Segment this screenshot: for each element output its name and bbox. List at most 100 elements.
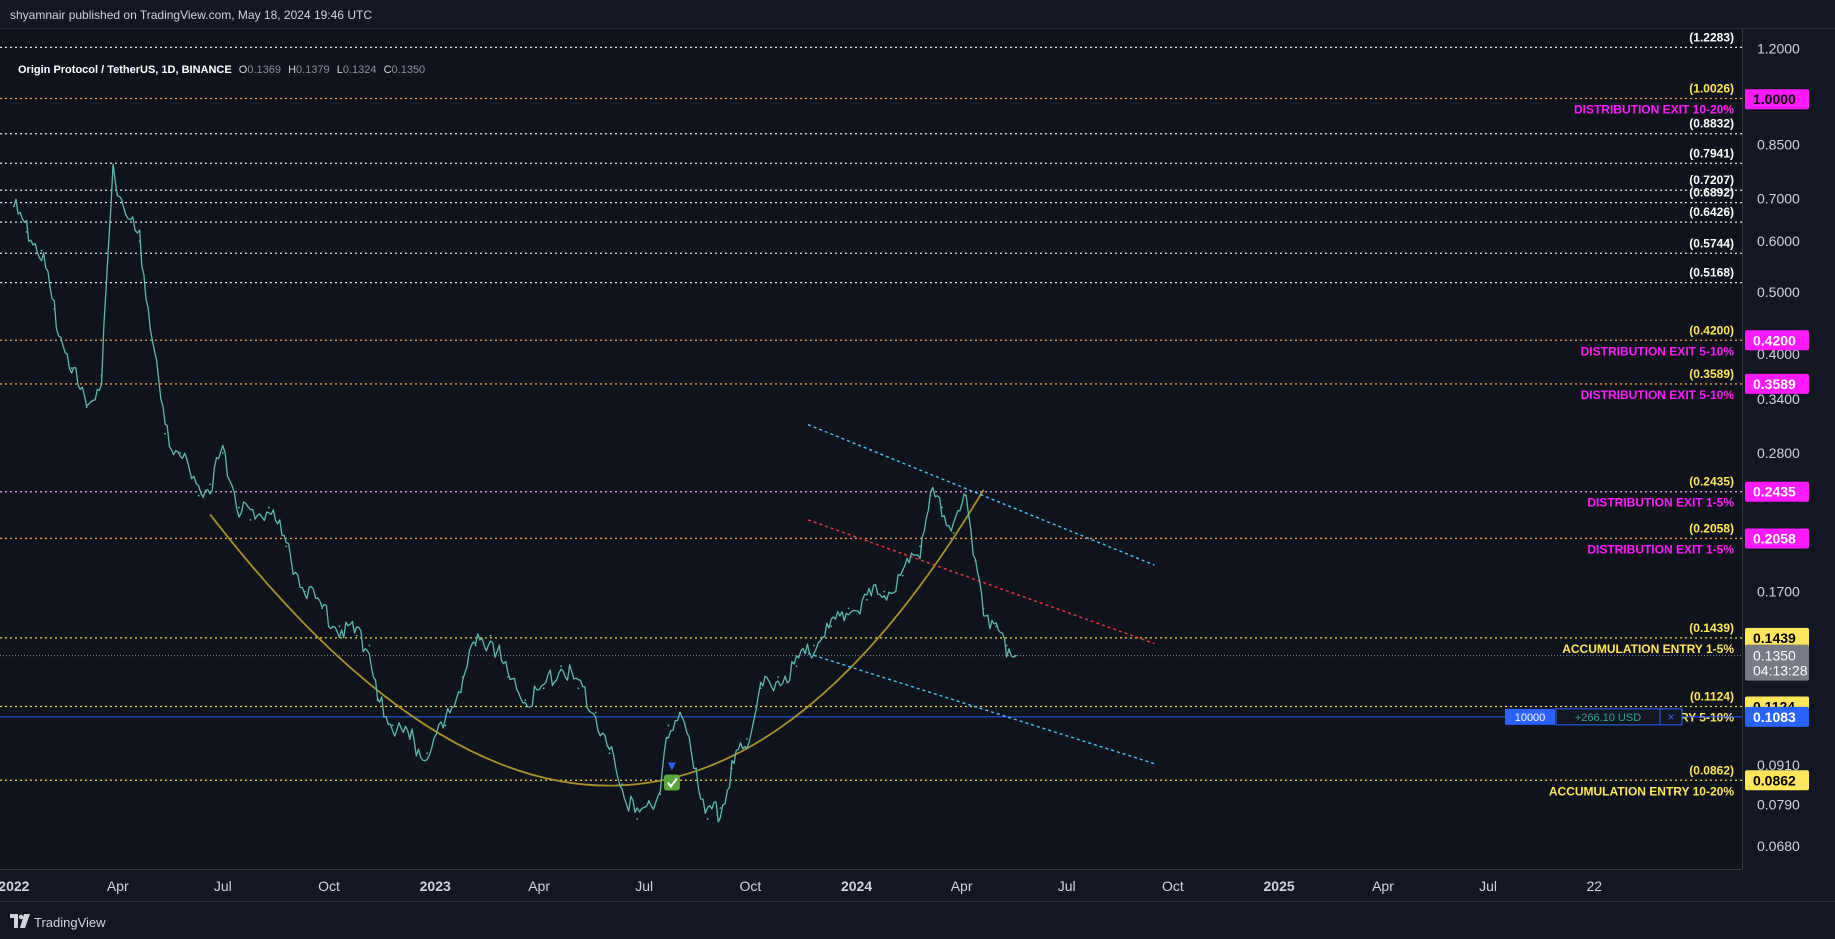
- chart-legend: Origin Protocol / TetherUS, 1D, BINANCE …: [18, 64, 425, 76]
- price-point: [995, 625, 998, 628]
- level-label: (0.2435): [1689, 475, 1734, 489]
- legend-close-value: 0.1350: [391, 64, 426, 76]
- x-tick-label: Apr: [1372, 878, 1394, 894]
- price-point: [982, 607, 985, 610]
- level-label: (0.8832): [1689, 117, 1734, 131]
- price-tag-label: 0.2058: [1753, 530, 1796, 546]
- top-bar: shyamnair published on TradingView.com, …: [0, 0, 1835, 29]
- price-tag-label: 0.0862: [1753, 772, 1796, 788]
- price-point: [952, 531, 955, 534]
- chart-plot-area[interactable]: (1.2283) (1.0026) DISTRIBUTION EXIT 10-20%…: [0, 29, 1742, 869]
- x-tick-label: Apr: [107, 878, 129, 894]
- price-point: [777, 676, 779, 678]
- level-label: (0.6892): [1689, 186, 1734, 200]
- chart-svg[interactable]: (1.2283) (1.0026) DISTRIBUTION EXIT 10-20%…: [0, 29, 1742, 869]
- price-point: [901, 574, 904, 577]
- price-point: [866, 598, 868, 601]
- tradingview-brand: TradingView: [34, 915, 106, 930]
- y-tick-label: 0.7000: [1757, 190, 1800, 206]
- level-tag: DISTRIBUTION EXIT 5-10%: [1581, 388, 1735, 402]
- price-point: [268, 506, 270, 509]
- buy-arrow-icon: [667, 762, 676, 771]
- level-label: (0.1439): [1689, 621, 1734, 635]
- x-tick-label: 22: [1586, 878, 1602, 894]
- price-point: [238, 506, 240, 509]
- tradingview-logo-icon: [10, 914, 30, 928]
- level-label: (0.5744): [1689, 236, 1734, 250]
- buy-marker-check-icon: [663, 774, 680, 791]
- price-tag-label: 0.1439: [1753, 630, 1796, 646]
- x-tick-label: Oct: [739, 878, 761, 894]
- price-point: [594, 711, 597, 714]
- level-label: (0.1124): [1690, 690, 1734, 704]
- y-tick-label: 0.2800: [1757, 445, 1800, 461]
- y-tick-label: 0.8500: [1757, 136, 1800, 152]
- level-tag: DISTRIBUTION EXIT 5-10%: [1581, 344, 1735, 358]
- y-tick-label: 0.0790: [1757, 796, 1800, 812]
- price-axis-svg[interactable]: 1.20000.85000.70000.60000.50000.40000.34…: [1743, 29, 1835, 869]
- legend-low-value: 0.1324: [342, 64, 377, 76]
- time-axis[interactable]: 2022 Apr Jul Oct 2023 Apr Jul Oct 2024 Apr Jul Oct 2…: [0, 869, 1742, 901]
- price-point: [12, 205, 15, 208]
- price-point: [659, 793, 662, 796]
- price-point: [941, 506, 943, 509]
- y-tick-label: 0.1700: [1757, 584, 1800, 600]
- x-tick-label: 2025: [1264, 878, 1295, 894]
- price-point: [974, 559, 977, 562]
- x-tick-label: 2023: [420, 878, 451, 894]
- price-axis[interactable]: 1.2000 0.8500 0.7000 0.6000 0.5000 0.4000 0.34…: [1742, 29, 1835, 869]
- price-point: [151, 339, 154, 342]
- price-point: [100, 374, 103, 377]
- x-tick-label: Oct: [1162, 878, 1184, 894]
- price-point: [124, 213, 127, 216]
- x-tick-label: Apr: [528, 878, 550, 894]
- published-info: shyamnair published on TradingView.com, …: [10, 8, 372, 22]
- legend-high-label: H: [288, 64, 297, 76]
- price-point: [368, 644, 371, 647]
- price-point: [830, 625, 833, 628]
- price-point: [1005, 644, 1008, 647]
- price-point: [524, 699, 527, 702]
- level-tag: DISTRIBUTION EXIT 10-20%: [1574, 102, 1734, 116]
- price-point: [197, 494, 200, 497]
- x-tick-label: Jul: [635, 878, 653, 894]
- level-label: (0.5168): [1689, 266, 1734, 280]
- level-tag: RY 5-10%: [1680, 711, 1734, 725]
- x-tick-label: Jul: [214, 878, 232, 894]
- price-point: [883, 590, 886, 593]
- price-point: [1014, 654, 1017, 657]
- price-point: [621, 783, 624, 786]
- price-tag-label: 0.2435: [1753, 484, 1796, 500]
- x-tick-label: Oct: [318, 878, 340, 894]
- price-point: [608, 752, 611, 755]
- y-tick-label: 1.2000: [1757, 41, 1800, 57]
- close-icon: ×: [1667, 710, 1674, 724]
- price-point: [746, 738, 748, 740]
- price-point: [444, 724, 447, 727]
- footer: TradingView: [0, 901, 1835, 939]
- price-point: [795, 665, 798, 667]
- price-line: [13, 163, 1017, 823]
- price-point: [85, 406, 88, 409]
- level-tag: DISTRIBUTION EXIT 1-5%: [1587, 542, 1734, 556]
- price-point: [474, 644, 477, 647]
- price-tag-label: 1.0000: [1753, 91, 1796, 107]
- price-point: [667, 724, 670, 727]
- price-point: [179, 452, 181, 454]
- x-tick-label: Apr: [951, 878, 973, 894]
- time-axis-svg[interactable]: 2022 Apr Jul Oct 2023 Apr Jul Oct 2024 Apr Jul Oct 2…: [0, 870, 1742, 902]
- level-tag: ACCUMULATION ENTRY 1-5%: [1562, 642, 1734, 656]
- price-point: [679, 711, 681, 714]
- price-point: [426, 752, 429, 755]
- position-pnl: +266.10 USD: [1575, 712, 1641, 724]
- price-point: [489, 634, 492, 637]
- level-label: (0.0862): [1689, 763, 1734, 777]
- price-point: [53, 308, 56, 310]
- price-point: [321, 607, 323, 610]
- price-point: [577, 687, 580, 690]
- price-point: [706, 818, 709, 820]
- x-tick-label: Jul: [1058, 878, 1076, 894]
- position-qty: 10000: [1515, 712, 1546, 724]
- price-point: [112, 167, 115, 170]
- countdown-label: 04:13:28: [1753, 663, 1808, 679]
